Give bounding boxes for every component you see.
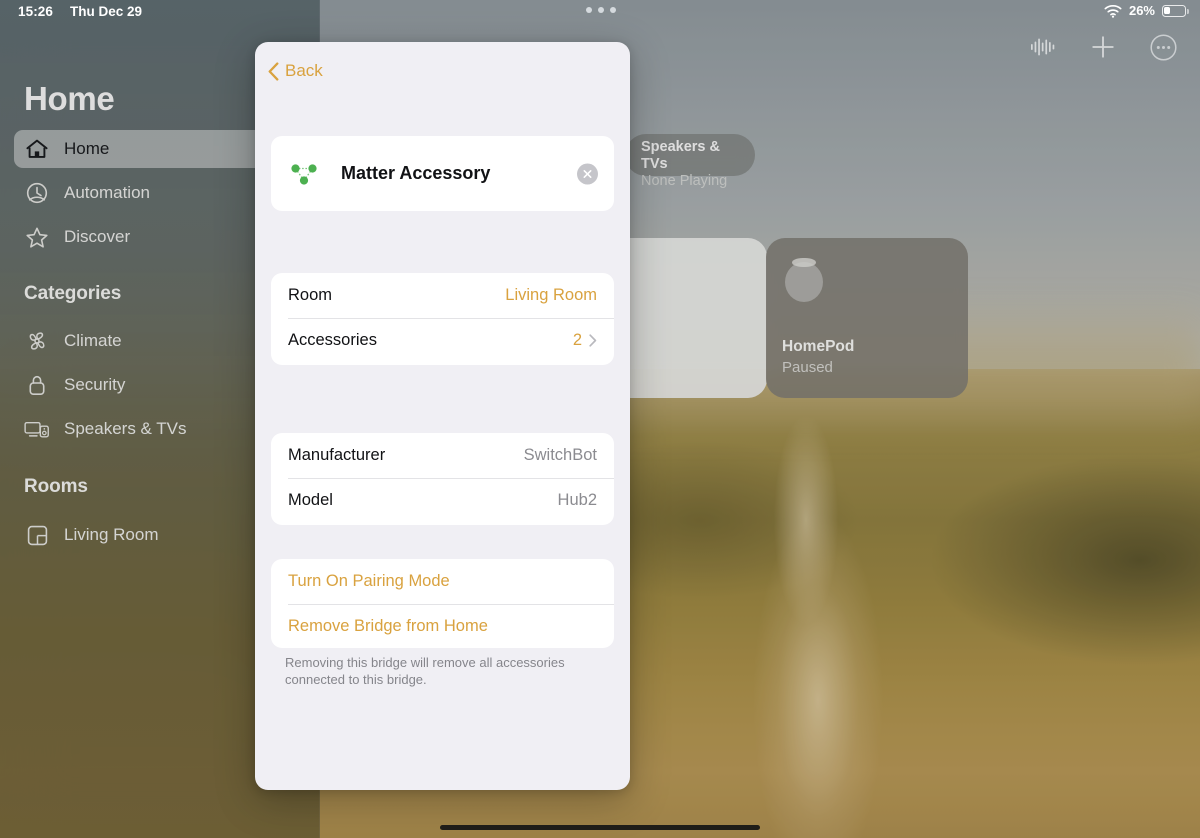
wifi-icon: [1104, 4, 1122, 18]
accessory-name: Matter Accessory: [341, 163, 491, 183]
actions-card: Turn On Pairing Mode Remove Bridge from …: [271, 559, 614, 648]
accessory-detail-panel: Back Matter Accessory Room Living Room A…: [255, 42, 630, 790]
chevron-left-icon: [268, 61, 279, 81]
status-bar-right-group: 26%: [1104, 3, 1189, 18]
battery-icon: [1162, 4, 1189, 17]
back-button[interactable]: Back: [268, 61, 323, 81]
room-settings-card: Room Living Room Accessories 2: [271, 273, 614, 365]
device-info-card: Manufacturer SwitchBot Model Hub2: [271, 433, 614, 525]
row-room[interactable]: Room Living Room: [271, 273, 614, 318]
row-accessories-value-group: 2: [573, 331, 597, 350]
matter-logo-icon: [287, 159, 321, 189]
footnote-text: Removing this bridge will remove all acc…: [285, 655, 565, 687]
row-accessories-label: Accessories: [288, 331, 377, 349]
multitask-dots-icon[interactable]: [586, 7, 616, 13]
battery-percent-label: 26%: [1128, 3, 1155, 18]
row-accessories[interactable]: Accessories 2: [271, 318, 614, 363]
remove-bridge-button[interactable]: Remove Bridge from Home: [271, 604, 614, 648]
home-indicator[interactable]: [440, 825, 760, 830]
status-bar-time: 15:26: [18, 4, 54, 19]
close-circle-icon[interactable]: [577, 163, 598, 184]
row-manufacturer: Manufacturer SwitchBot: [271, 433, 614, 478]
row-room-label: Room: [288, 286, 333, 304]
row-manufacturer-label: Manufacturer: [288, 446, 386, 464]
status-bar: 15:26 Thu Dec 29 26%: [0, 0, 1200, 26]
row-model: Model Hub2: [271, 478, 614, 523]
row-accessories-value: 2: [572, 331, 582, 349]
chevron-right-icon: [589, 334, 597, 347]
status-bar-date: Thu Dec 29: [70, 4, 143, 19]
accessory-header-card: Matter Accessory: [271, 136, 614, 211]
row-room-value: Living Room: [505, 286, 597, 304]
back-button-label: Back: [285, 61, 323, 80]
turn-on-pairing-mode-button[interactable]: Turn On Pairing Mode: [271, 559, 614, 604]
row-manufacturer-value: SwitchBot: [523, 446, 597, 464]
row-model-label: Model: [288, 491, 333, 509]
row-model-value: Hub2: [557, 491, 597, 509]
